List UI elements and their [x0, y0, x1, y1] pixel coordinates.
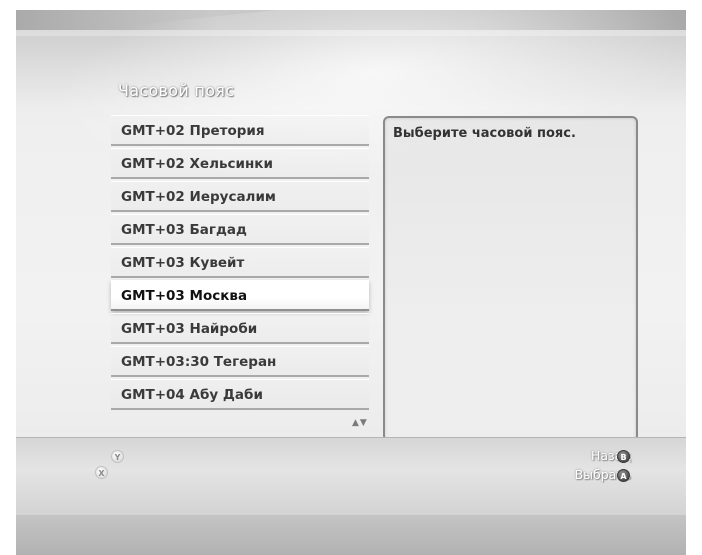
timezone-item[interactable]: GMT+02 Претория — [111, 115, 369, 146]
timezone-item-label: GMT+02 Хельсинки — [121, 156, 273, 172]
help-panel: Выберите часовой пояс. — [383, 116, 638, 442]
timezone-item[interactable]: GMT+03 Багдад — [111, 214, 369, 245]
timezone-item[interactable]: GMT+03 Кувейт — [111, 247, 369, 278]
page-title: Часовой пояс — [118, 81, 235, 100]
timezone-item[interactable]: GMT+04 Абу Даби — [111, 379, 369, 410]
a-button-icon[interactable]: A — [617, 469, 630, 482]
screen: Часовой пояс GMT+02 Претория GMT+02 Хель… — [0, 0, 702, 555]
timezone-item-label: GMT+03:30 Тегеран — [121, 354, 277, 370]
timezone-item-label: GMT+02 Иерусалим — [121, 189, 276, 205]
timezone-item[interactable]: GMT+02 Иерусалим — [111, 181, 369, 212]
timezone-item-label: GMT+03 Найроби — [121, 321, 258, 337]
x-button-icon[interactable]: X — [95, 466, 108, 479]
timezone-item-selected[interactable]: GMT+03 Москва — [111, 280, 369, 311]
timezone-item[interactable]: GMT+03:30 Тегеран — [111, 346, 369, 377]
footer-band — [16, 515, 686, 555]
timezone-item-label: GMT+03 Багдад — [121, 222, 247, 238]
timezone-item-label: GMT+04 Абу Даби — [121, 387, 263, 403]
y-button-icon[interactable]: Y — [111, 450, 124, 463]
timezone-item[interactable]: GMT+02 Хельсинки — [111, 148, 369, 179]
timezone-item-label: GMT+02 Претория — [121, 123, 265, 139]
b-button-icon[interactable]: B — [617, 450, 630, 463]
scroll-arrows-icon[interactable]: ▲▼ — [352, 418, 368, 428]
timezone-item-label: GMT+03 Кувейт — [121, 255, 245, 271]
timezone-item[interactable]: GMT+03 Найроби — [111, 313, 369, 344]
timezone-item-label: GMT+03 Москва — [121, 288, 248, 304]
help-text: Выберите часовой пояс. — [393, 126, 576, 141]
timezone-list[interactable]: GMT+02 Претория GMT+02 Хельсинки GMT+02 … — [111, 115, 373, 445]
tv-frame: Часовой пояс GMT+02 Претория GMT+02 Хель… — [16, 10, 686, 555]
